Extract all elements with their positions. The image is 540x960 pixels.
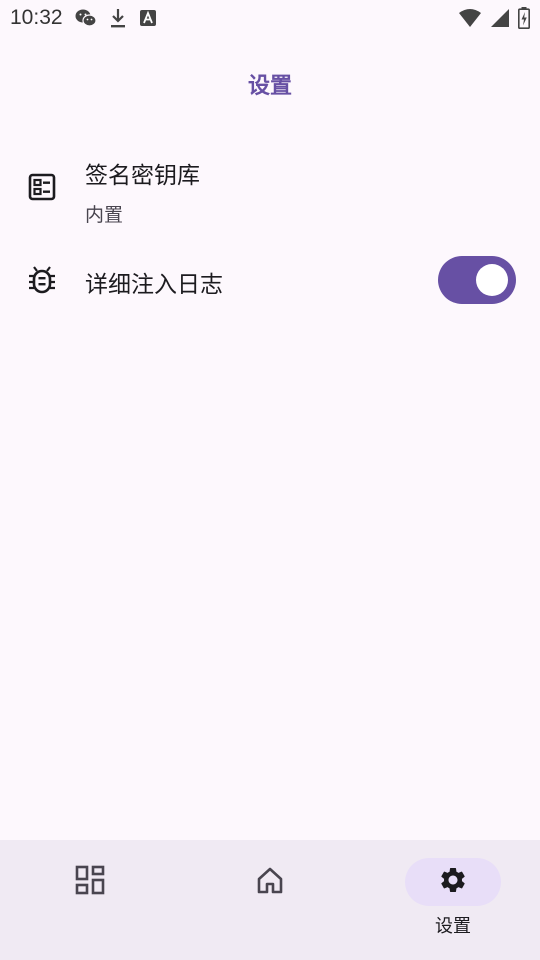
nav-item-settings[interactable]: 设置 (363, 840, 540, 960)
setting-keystore-title: 签名密钥库 (85, 163, 200, 189)
setting-keystore[interactable]: 签名密钥库 内置 (0, 140, 540, 236)
nav-indicator-active (405, 858, 501, 906)
wifi-icon (458, 8, 482, 28)
status-time: 10:32 (10, 6, 63, 29)
wechat-icon (75, 8, 97, 28)
bottom-nav: 设置 (0, 840, 540, 960)
status-left: 10:32 (10, 6, 157, 30)
nav-item-home[interactable] (180, 840, 360, 960)
status-bar: 10:32 (0, 0, 540, 36)
page-title: 设置 (247, 74, 292, 99)
setting-verbose-log-text: 详细注入日志 (85, 265, 223, 299)
nav-indicator (222, 858, 318, 906)
setting-keystore-text: 签名密钥库 内置 (85, 156, 200, 227)
bug-icon (26, 264, 58, 296)
battery-charging-icon (518, 7, 530, 29)
verbose-log-switch[interactable] (438, 256, 516, 304)
nav-indicator (42, 858, 138, 906)
font-a-icon (139, 9, 157, 27)
settings-gear-icon (438, 865, 468, 899)
home-icon (255, 865, 285, 899)
nav-item-dashboard[interactable] (0, 840, 180, 960)
download-icon (109, 7, 127, 29)
dashboard-icon (75, 865, 105, 899)
status-right (458, 7, 530, 29)
setting-keystore-subtitle: 内置 (85, 204, 124, 226)
setting-verbose-log-title: 详细注入日志 (85, 272, 223, 298)
app-bar: 设置 (0, 54, 540, 114)
signal-icon (490, 8, 510, 28)
nav-label-settings: 设置 (435, 916, 471, 937)
keystore-icon (26, 171, 58, 203)
switch-thumb (476, 264, 508, 296)
setting-verbose-log[interactable]: 详细注入日志 (0, 248, 540, 312)
